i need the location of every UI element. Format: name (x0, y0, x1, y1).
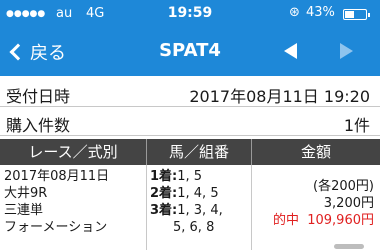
race-cell: 2017年08月11日 大井9R 三連単 フォーメーション (0, 165, 147, 250)
table-header: レース／式別 馬／組番 金額 (0, 139, 380, 165)
battery-level (345, 11, 354, 18)
third-place-line: 3着:1, 3, 4, (150, 202, 251, 219)
horse-cell: 1着:1, 5 2着:1, 4, 5 3着:1, 3, 4, 5, 6, 8 (147, 165, 252, 250)
back-button[interactable]: 戻る (6, 38, 66, 66)
first-place-label: 1着: (150, 169, 178, 184)
triangle-right-icon (340, 43, 353, 59)
status-bar: ●●●●● au 4G 19:59 ⊛ 43% (0, 0, 380, 28)
header-race-type: レース／式別 (0, 139, 147, 165)
rotation-lock-icon: ⊛ (289, 5, 300, 20)
table-row: 2017年08月11日 大井9R 三連単 フォーメーション 1着:1, 5 2着… (0, 165, 380, 250)
triangle-left-icon[interactable] (284, 43, 297, 59)
received-datetime-label: 受付日時 (6, 87, 71, 106)
navigation-bar: 戻る SPAT4 (0, 28, 380, 76)
first-place-line: 1着:1, 5 (150, 168, 251, 185)
purchase-count-label: 購入件数 (6, 116, 71, 135)
header-horse-combo: 馬／組番 (147, 139, 252, 165)
back-button-label: 戻る (30, 43, 66, 64)
scroll-indicator (334, 244, 364, 249)
received-datetime-row: 受付日時 2017年08月11日 19:20 (0, 79, 380, 107)
battery-nub (368, 13, 370, 17)
received-datetime-value: 2017年08月11日 19:20 (189, 87, 370, 106)
first-place-numbers: 1, 5 (177, 169, 203, 184)
purchase-count-value: 1件 (343, 116, 370, 135)
battery-icon (343, 9, 370, 20)
win-amount: 109,960円 (307, 213, 374, 228)
second-place-label: 2着: (150, 186, 178, 201)
amount-total: 3,200円 (323, 196, 374, 211)
third-place-numbers: 1, 3, 4, (177, 203, 223, 218)
second-place-numbers: 1, 4, 5 (177, 186, 219, 201)
bet-type: 三連単 (4, 203, 44, 218)
amount-per-bet: (各200円) (313, 179, 374, 194)
race-venue: 大井9R (4, 186, 48, 201)
chevron-left-icon (9, 43, 27, 61)
bet-method: フォーメーション (4, 220, 108, 235)
third-place-label: 3着: (150, 203, 178, 218)
win-label: 的中 (272, 213, 299, 228)
header-amount: 金額 (300, 143, 331, 161)
amount-cell: (各200円) 3,200円 的中 109,960円 (252, 165, 380, 250)
battery-percent: 43% (306, 5, 335, 20)
third-place-numbers-cont: 5, 6, 8 (173, 220, 215, 235)
payout-line: 的中 109,960円 (252, 212, 374, 229)
second-place-line: 2着:1, 4, 5 (150, 185, 251, 202)
race-date: 2017年08月11日 (4, 169, 110, 184)
purchase-count-row: 購入件数 1件 (0, 108, 380, 136)
